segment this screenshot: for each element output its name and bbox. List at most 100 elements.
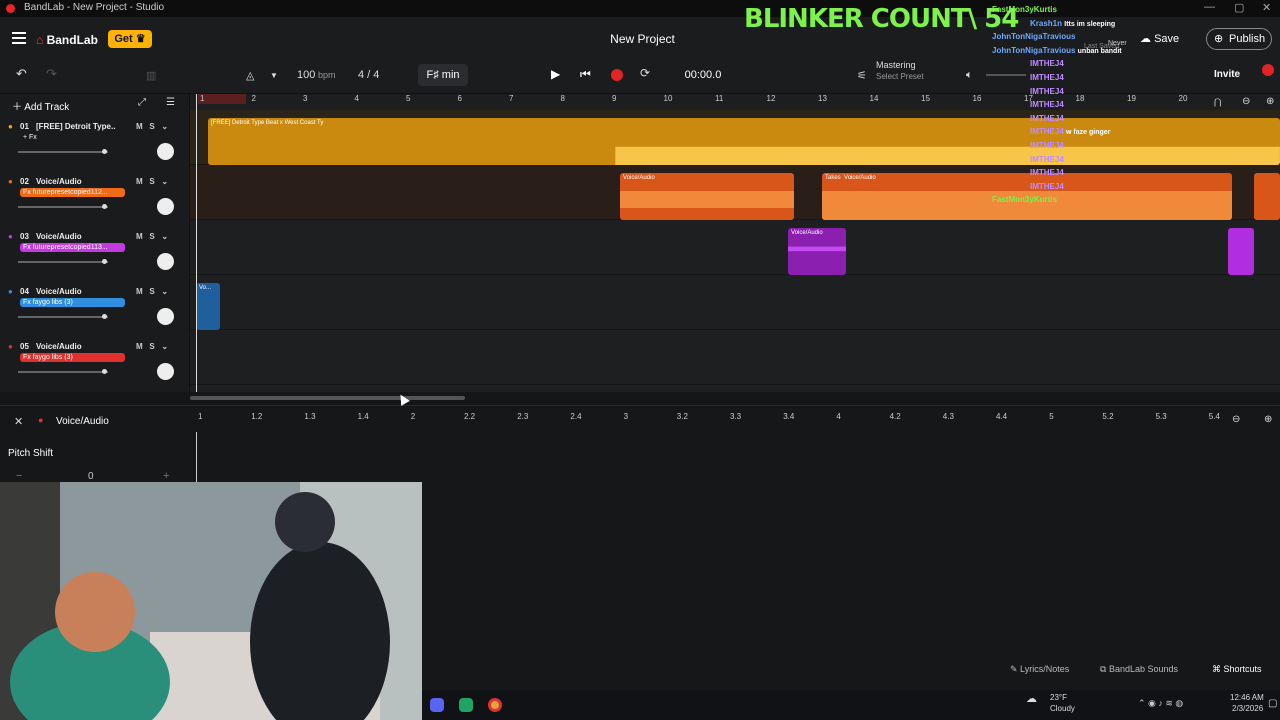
solo-button[interactable]: S <box>149 122 154 131</box>
pan-knob[interactable] <box>157 198 174 215</box>
track-name[interactable]: Voice/Audio <box>36 177 116 186</box>
snap-icon[interactable]: ⋂ <box>1214 97 1221 108</box>
track-volume-slider[interactable] <box>18 204 108 209</box>
solo-button[interactable]: S <box>149 287 154 296</box>
record-button[interactable] <box>611 69 623 81</box>
editor-zoom-in-icon[interactable]: ⊕ <box>1264 414 1272 425</box>
track-name[interactable]: Voice/Audio <box>36 342 116 351</box>
voice-clip[interactable] <box>1228 228 1254 275</box>
horizontal-scrollbar[interactable] <box>190 396 465 400</box>
pitch-increase-button[interactable]: + <box>163 470 169 482</box>
mute-solo[interactable]: M S ⌄ <box>136 177 168 186</box>
zoom-out-icon[interactable]: ⊖ <box>1242 96 1250 107</box>
solo-button[interactable]: S <box>149 177 154 186</box>
bpm-value[interactable]: 100 <box>297 69 315 81</box>
close-editor-icon[interactable]: ✕ <box>14 415 23 428</box>
mic-icon[interactable]: ● <box>8 232 13 241</box>
metronome-icon[interactable]: ◬ <box>246 69 254 82</box>
lane-5[interactable] <box>190 330 1280 385</box>
slider-handle[interactable] <box>102 314 107 319</box>
slider-handle[interactable] <box>102 369 107 374</box>
publish-button[interactable]: ⊕ Publish <box>1206 28 1272 50</box>
track-row[interactable]: ● 01 [FREE] Detroit Type... + Fx M S ⌄ <box>0 116 190 171</box>
mute-button[interactable]: M <box>136 232 143 241</box>
slider-handle[interactable] <box>102 204 107 209</box>
chevron-down-icon[interactable]: ▼ <box>270 71 278 80</box>
track-fx-badge[interactable]: Fx futurepresetcopied113... <box>20 243 125 252</box>
slider-handle[interactable] <box>102 149 107 154</box>
track-name[interactable]: [FREE] Detroit Type... <box>36 122 116 131</box>
track-settings-icon[interactable]: ☰ <box>166 97 175 108</box>
redo-icon[interactable]: ↷ <box>46 66 57 82</box>
track-name[interactable]: Voice/Audio <box>36 287 116 296</box>
mastering-selector[interactable]: Mastering Select Preset <box>876 60 924 82</box>
track-row[interactable]: ● 02 Voice/Audio Fx futurepresetcopied112..… <box>0 171 190 226</box>
key-selector[interactable]: F♯ min <box>418 64 468 86</box>
mic-icon[interactable]: ● <box>8 122 13 131</box>
mute-solo[interactable]: M S ⌄ <box>136 287 168 296</box>
mute-solo[interactable]: M S ⌄ <box>136 122 168 131</box>
track-fx-badge[interactable]: Fx faygo libs (3) <box>20 298 125 307</box>
loop-region[interactable] <box>198 94 246 104</box>
editor-ruler[interactable]: 1 1.2 1.3 1.4 2 2.2 2.3 2.4 3 3.2 3.3 3.4 4 4.2 4.3 4.4… <box>190 412 1280 426</box>
mixer-icon[interactable]: ▥ <box>146 69 156 82</box>
discord-icon[interactable] <box>430 698 444 712</box>
track-volume-slider[interactable] <box>18 149 108 154</box>
add-track-button[interactable]: ＋ Add Track <box>12 98 69 113</box>
save-button[interactable]: ☁ Save <box>1140 29 1196 49</box>
loop-icon[interactable]: ⟳ <box>640 66 650 80</box>
track-volume-slider[interactable] <box>18 314 108 319</box>
playhead[interactable] <box>196 94 197 392</box>
notification-badge[interactable] <box>1262 64 1274 76</box>
bandlab-sounds-link[interactable]: ⧉ BandLab Sounds <box>1100 664 1178 675</box>
mute-button[interactable]: M <box>136 342 143 351</box>
rewind-icon[interactable]: ⏮ <box>580 67 591 82</box>
bandlab-logo[interactable]: ⌂ BandLab <box>36 33 98 47</box>
track-row[interactable]: ● 04 Voice/Audio Fx faygo libs (3) M S ⌄ <box>0 281 190 336</box>
voice-clip[interactable]: Voice/Audio <box>620 173 794 220</box>
minimize-icon[interactable]: — <box>1204 1 1215 13</box>
solo-button[interactable]: S <box>149 232 154 241</box>
voice-clip[interactable]: Vo... <box>196 283 220 330</box>
app-icon-green[interactable] <box>459 698 473 712</box>
play-icon[interactable]: ▶ <box>551 67 560 81</box>
shortcuts-link[interactable]: ⌘ Shortcuts <box>1212 664 1262 675</box>
pan-knob[interactable] <box>157 308 174 325</box>
track-fx-badge[interactable]: Fx futurepresetcopied112... <box>20 188 125 197</box>
invite-button[interactable]: Invite <box>1214 69 1240 80</box>
mastering-icon[interactable]: ⚟ <box>857 69 867 82</box>
track-volume-slider[interactable] <box>18 369 108 374</box>
mute-button[interactable]: M <box>136 122 143 131</box>
slider-handle[interactable] <box>102 259 107 264</box>
track-fx-badge[interactable]: + Fx <box>20 133 125 142</box>
pitch-shift-value[interactable]: 0 <box>88 471 94 482</box>
zoom-in-icon[interactable]: ⊕ <box>1266 96 1274 107</box>
undo-icon[interactable]: ↶ <box>16 66 27 82</box>
mute-button[interactable]: M <box>136 177 143 186</box>
mute-button[interactable]: M <box>136 287 143 296</box>
lane-4[interactable]: Vo... <box>190 275 1280 330</box>
get-membership-button[interactable]: Get ♛ <box>108 30 152 48</box>
project-title[interactable]: New Project <box>560 32 725 46</box>
track-volume-slider[interactable] <box>18 259 108 264</box>
pan-knob[interactable] <box>157 363 174 380</box>
chrome-icon[interactable] <box>488 698 502 712</box>
voice-clip[interactable]: Voice/Audio <box>788 228 846 275</box>
time-signature[interactable]: 4 / 4 <box>358 69 379 81</box>
mute-solo[interactable]: M S ⌄ <box>136 232 168 241</box>
editor-zoom-out-icon[interactable]: ⊖ <box>1232 414 1240 425</box>
voice-clip[interactable] <box>1254 173 1280 220</box>
automation-icon[interactable]: ⤢ <box>138 97 146 108</box>
lyrics-notes-link[interactable]: ✎ Lyrics/Notes <box>1010 664 1069 675</box>
close-icon[interactable]: ✕ <box>1262 1 1271 14</box>
track-row[interactable]: ● 05 Voice/Audio Fx faygo libs (3) M S ⌄ <box>0 336 190 391</box>
tray-icons[interactable]: ⌃ ◉ ♪ ≋ ◍ <box>1138 698 1183 709</box>
mute-solo[interactable]: M S ⌄ <box>136 342 168 351</box>
track-name[interactable]: Voice/Audio <box>36 232 116 241</box>
track-row[interactable]: ● 03 Voice/Audio Fx futurepresetcopied113..… <box>0 226 190 281</box>
lane-3[interactable]: Voice/Audio <box>190 220 1280 275</box>
solo-button[interactable]: S <box>149 342 154 351</box>
pan-knob[interactable] <box>157 253 174 270</box>
mic-icon[interactable]: ● <box>8 177 13 186</box>
menu-icon[interactable] <box>12 32 26 44</box>
